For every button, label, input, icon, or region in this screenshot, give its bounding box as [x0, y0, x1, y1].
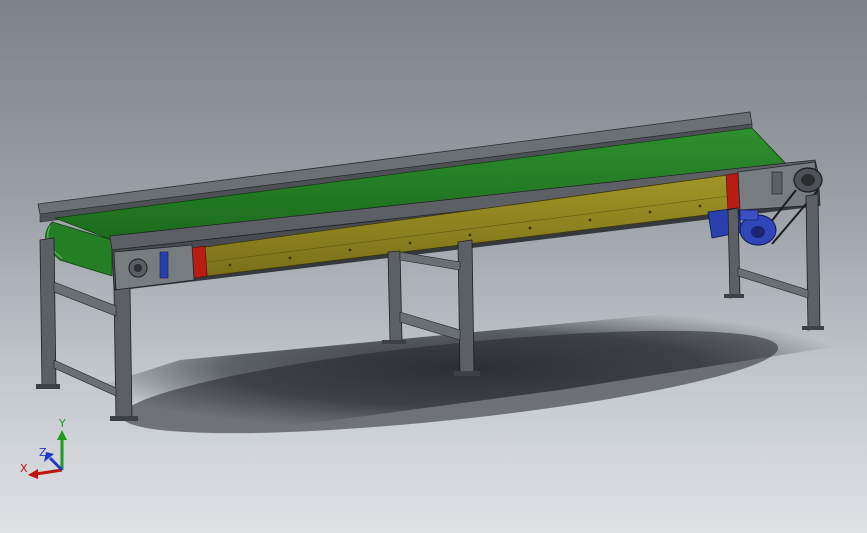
tail-end-plate — [113, 244, 195, 291]
cad-viewport[interactable]: Y X Z — [0, 0, 867, 533]
x-axis-line — [35, 468, 63, 476]
x-axis-arrow — [28, 469, 38, 479]
y-axis-arrow — [57, 430, 67, 440]
y-axis-label: Y — [58, 417, 66, 430]
z-axis-line — [48, 456, 64, 472]
x-axis-label: X — [20, 462, 28, 475]
z-axis-label: Z — [39, 446, 47, 459]
drive-motor — [707, 207, 777, 246]
conveyor-model[interactable]: Y X Z — [0, 0, 867, 533]
orientation-triad: Y X Z — [20, 417, 67, 479]
